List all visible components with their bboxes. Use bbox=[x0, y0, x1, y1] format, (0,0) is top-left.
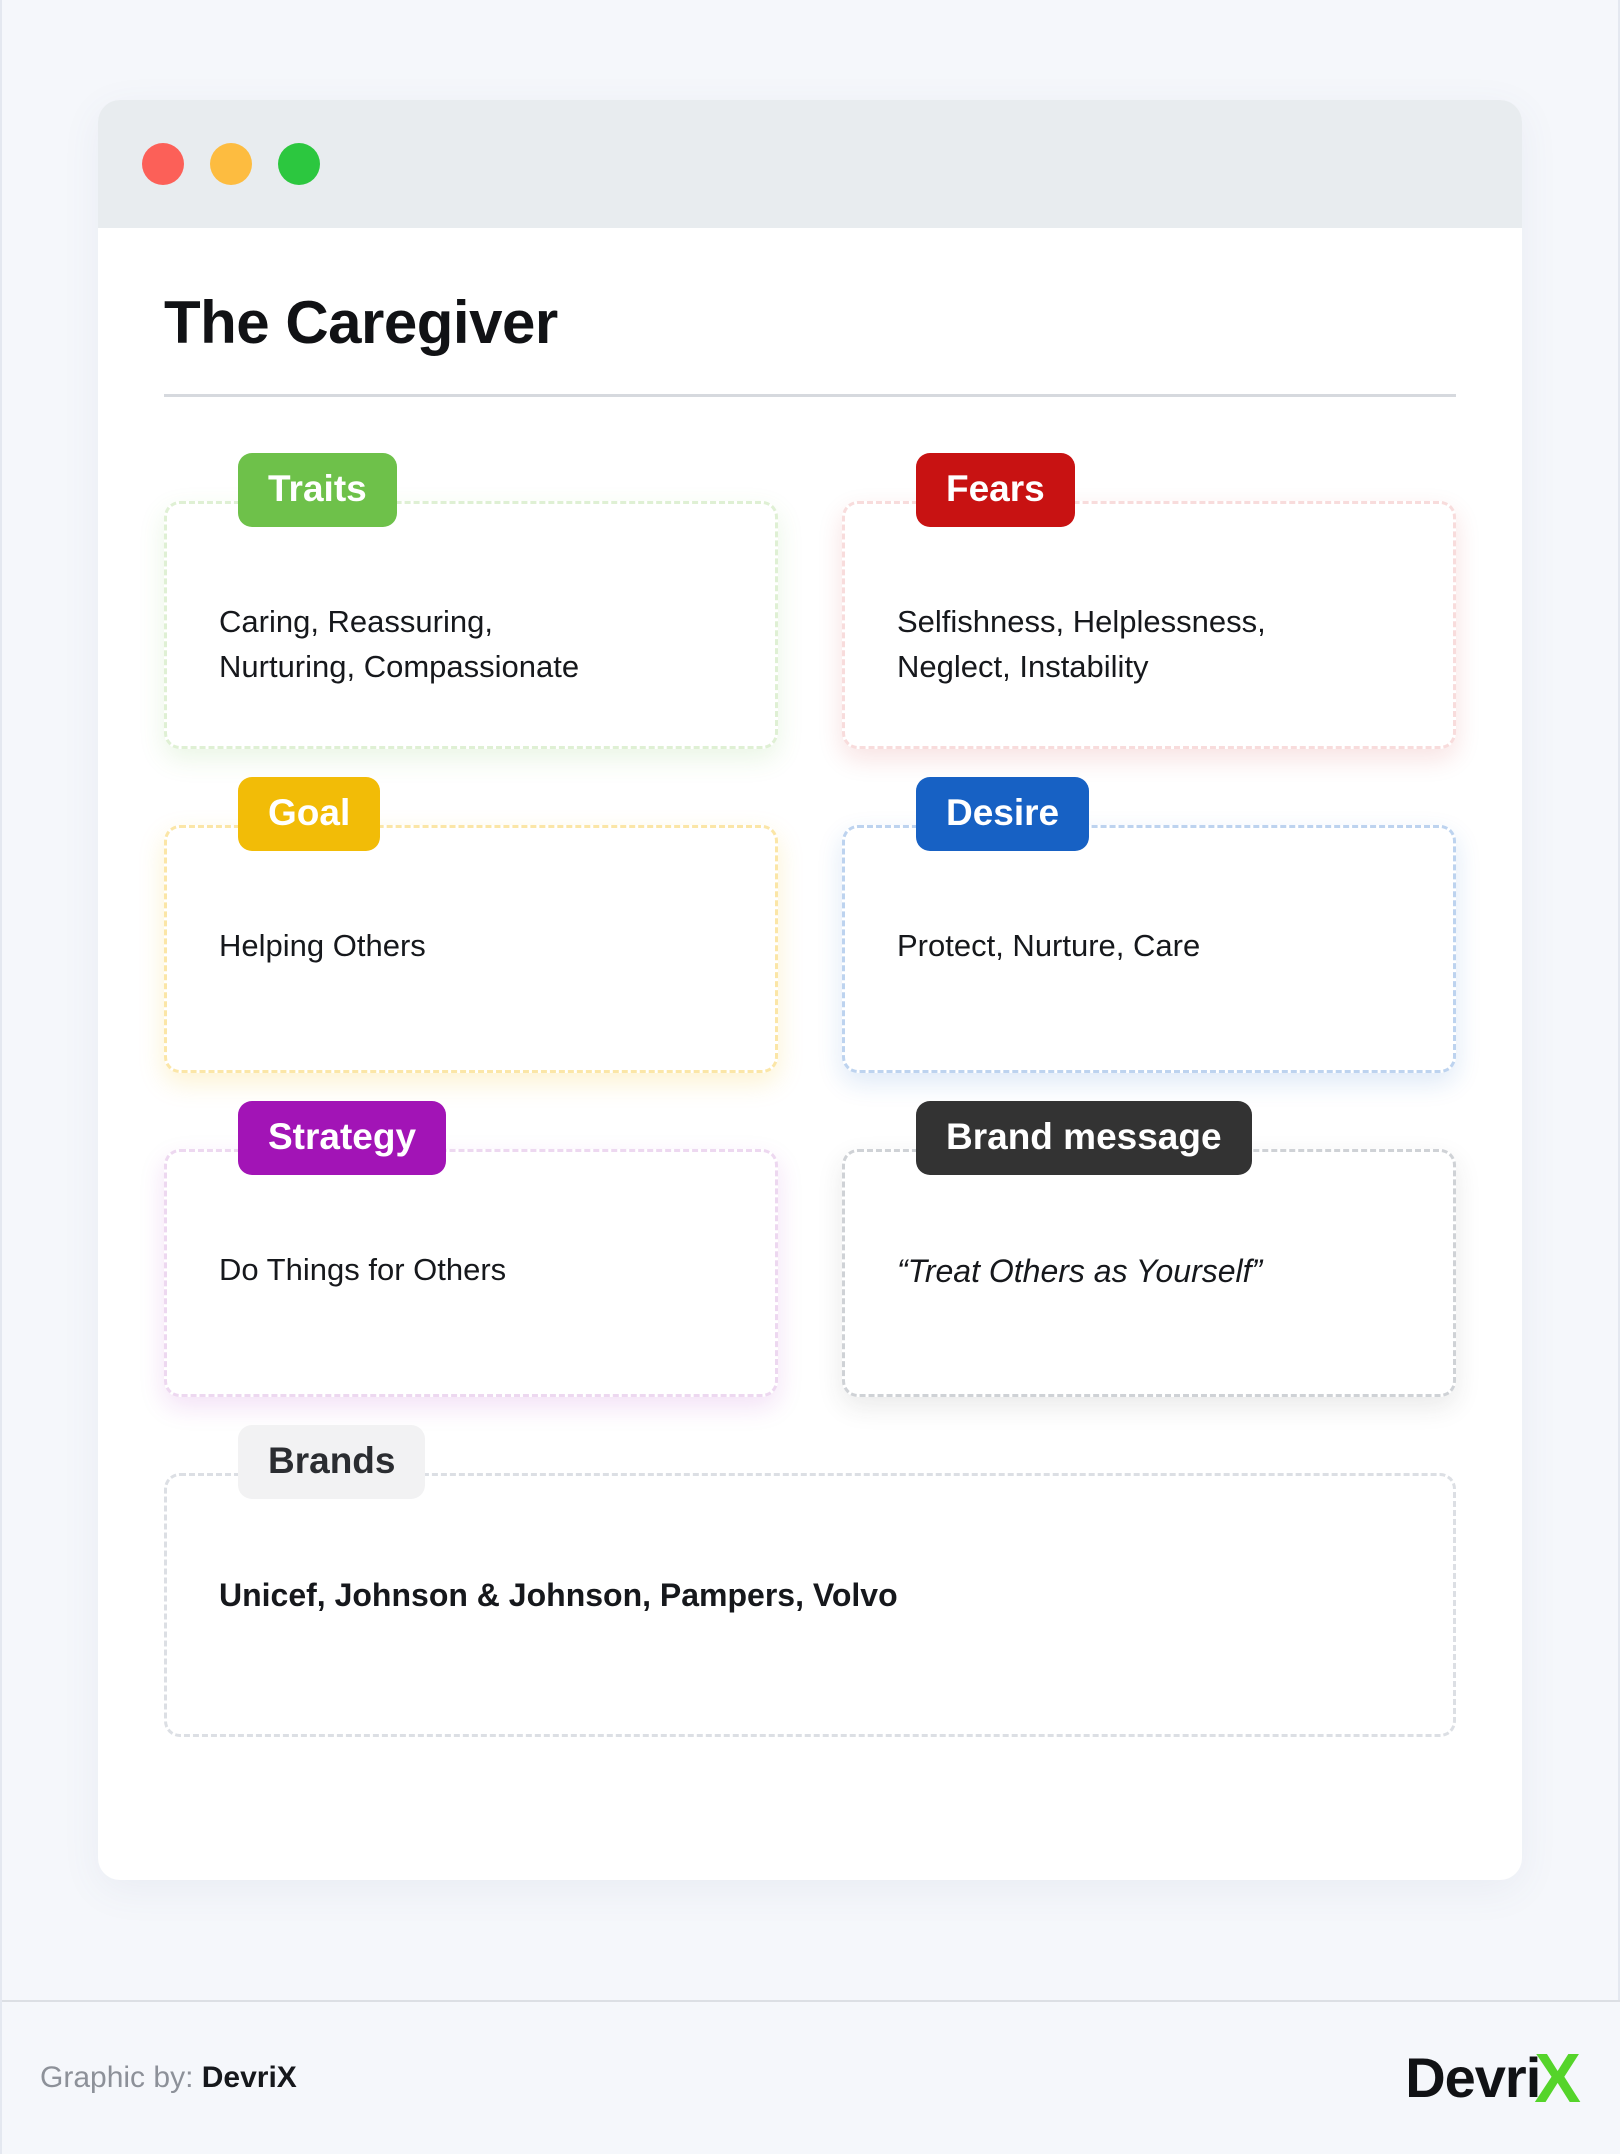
credit-line: Graphic by: DevriX bbox=[40, 2061, 297, 2095]
browser-titlebar bbox=[98, 100, 1522, 228]
devrix-logo-x-icon: X bbox=[1534, 2039, 1581, 2117]
card-brands-box: Unicef, Johnson & Johnson, Pampers, Volv… bbox=[164, 1473, 1456, 1737]
card-strategy-text: Do Things for Others bbox=[219, 1252, 507, 1287]
card-brands-text: Unicef, Johnson & Johnson, Pampers, Volv… bbox=[219, 1577, 898, 1613]
credit-prefix: Graphic by: bbox=[40, 2061, 194, 2094]
card-strategy-box: Do Things for Others bbox=[164, 1149, 778, 1397]
devrix-logo-text: Devri bbox=[1405, 2046, 1541, 2109]
card-desire-box: Protect, Nurture, Care bbox=[842, 825, 1456, 1073]
card-goal-box: Helping Others bbox=[164, 825, 778, 1073]
card-fears-text: Selfishness, Helplessness, Neglect, Inst… bbox=[897, 604, 1266, 684]
card-desire-text: Protect, Nurture, Care bbox=[897, 928, 1201, 963]
credit-name: DevriX bbox=[201, 2061, 297, 2094]
devrix-logo: Devri X bbox=[1405, 2039, 1581, 2117]
card-strategy: Strategy Do Things for Others bbox=[164, 1101, 778, 1397]
card-strategy-badge: Strategy bbox=[238, 1101, 447, 1175]
close-dot-icon[interactable] bbox=[142, 143, 184, 185]
card-traits: Traits Caring, Reassuring, Nurturing, Co… bbox=[164, 453, 778, 749]
maximize-dot-icon[interactable] bbox=[278, 143, 320, 185]
card-brands-badge: Brands bbox=[238, 1425, 426, 1499]
title-divider bbox=[164, 394, 1456, 397]
footer: Graphic by: DevriX Devri X bbox=[2, 2000, 1620, 2154]
card-traits-text: Caring, Reassuring, Nurturing, Compassio… bbox=[219, 604, 580, 684]
card-desire: Desire Protect, Nurture, Care bbox=[842, 777, 1456, 1073]
card-fears: Fears Selfishness, Helplessness, Neglect… bbox=[842, 453, 1456, 749]
card-brand-message-text: “Treat Others as Yourself” bbox=[897, 1253, 1263, 1289]
page-frame: The Caregiver Traits Caring, Reassuring,… bbox=[0, 0, 1620, 2154]
archetype-card-grid: Traits Caring, Reassuring, Nurturing, Co… bbox=[164, 453, 1456, 1737]
card-goal: Goal Helping Others bbox=[164, 777, 778, 1073]
card-brand-message: Brand message “Treat Others as Yourself” bbox=[842, 1101, 1456, 1397]
card-brand-message-badge: Brand message bbox=[916, 1101, 1252, 1175]
card-goal-badge: Goal bbox=[238, 777, 381, 851]
card-fears-box: Selfishness, Helplessness, Neglect, Inst… bbox=[842, 501, 1456, 749]
card-goal-text: Helping Others bbox=[219, 928, 426, 963]
card-brands: Brands Unicef, Johnson & Johnson, Pamper… bbox=[164, 1425, 1456, 1737]
minimize-dot-icon[interactable] bbox=[210, 143, 252, 185]
card-fears-badge: Fears bbox=[916, 453, 1075, 527]
page-title: The Caregiver bbox=[164, 289, 558, 356]
card-desire-badge: Desire bbox=[916, 777, 1090, 851]
browser-content: The Caregiver Traits Caring, Reassuring,… bbox=[98, 228, 1522, 1737]
card-traits-badge: Traits bbox=[238, 453, 397, 527]
card-brand-message-box: “Treat Others as Yourself” bbox=[842, 1149, 1456, 1397]
browser-window-mock: The Caregiver Traits Caring, Reassuring,… bbox=[98, 100, 1522, 1880]
card-traits-box: Caring, Reassuring, Nurturing, Compassio… bbox=[164, 501, 778, 749]
